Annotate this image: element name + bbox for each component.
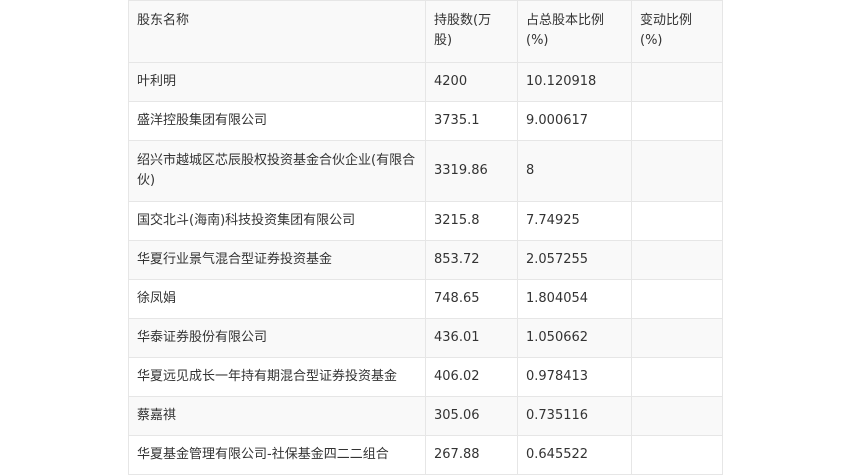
cell-shares-held: 305.06 (425, 396, 518, 436)
cell-shareholder-name: 华泰证券股份有限公司 (128, 318, 426, 358)
cell-shareholder-name: 华夏基金管理有限公司-社保基金四二二组合 (128, 435, 426, 475)
cell-shareholder-name: 盛洋控股集团有限公司 (128, 101, 426, 141)
cell-change-ratio (631, 279, 723, 319)
cell-change-ratio (631, 201, 723, 241)
cell-share-ratio: 10.120918 (517, 62, 632, 102)
cell-share-ratio: 2.057255 (517, 240, 632, 280)
cell-shareholder-name: 绍兴市越城区芯辰股权投资基金合伙企业(有限合伙) (128, 140, 426, 202)
cell-shares-held: 406.02 (425, 357, 518, 397)
table-row: 蔡嘉祺 305.06 0.735116 (128, 396, 723, 436)
cell-share-ratio: 1.050662 (517, 318, 632, 358)
table-row: 盛洋控股集团有限公司 3735.1 9.000617 (128, 101, 723, 141)
table-row: 华夏行业景气混合型证券投资基金 853.72 2.057255 (128, 240, 723, 280)
cell-shares-held: 3735.1 (425, 101, 518, 141)
cell-shares-held: 3319.86 (425, 140, 518, 202)
cell-shares-held: 436.01 (425, 318, 518, 358)
cell-change-ratio (631, 396, 723, 436)
cell-shares-held: 4200 (425, 62, 518, 102)
cell-shareholder-name: 徐凤娟 (128, 279, 426, 319)
cell-shares-held: 3215.8 (425, 201, 518, 241)
table-row: 绍兴市越城区芯辰股权投资基金合伙企业(有限合伙) 3319.86 8 (128, 140, 723, 202)
table-row: 徐凤娟 748.65 1.804054 (128, 279, 723, 319)
table-header-row: 股东名称 持股数(万股) 占总股本比例(%) 变动比例(%) (128, 0, 723, 63)
cell-share-ratio: 9.000617 (517, 101, 632, 141)
cell-change-ratio (631, 62, 723, 102)
cell-shareholder-name: 华夏行业景气混合型证券投资基金 (128, 240, 426, 280)
cell-share-ratio: 8 (517, 140, 632, 202)
cell-shareholder-name: 叶利明 (128, 62, 426, 102)
cell-share-ratio: 0.978413 (517, 357, 632, 397)
table-row: 华夏基金管理有限公司-社保基金四二二组合 267.88 0.645522 (128, 435, 723, 475)
cell-shares-held: 748.65 (425, 279, 518, 319)
header-share-ratio: 占总股本比例(%) (517, 0, 632, 63)
cell-change-ratio (631, 140, 723, 202)
header-change-ratio: 变动比例(%) (631, 0, 723, 63)
table-row: 华泰证券股份有限公司 436.01 1.050662 (128, 318, 723, 358)
cell-change-ratio (631, 240, 723, 280)
header-shareholder-name: 股东名称 (128, 0, 426, 63)
cell-share-ratio: 1.804054 (517, 279, 632, 319)
shareholder-table-container: 股东名称 持股数(万股) 占总股本比例(%) 变动比例(%) 叶利明 4200 … (128, 0, 723, 475)
cell-shareholder-name: 华夏远见成长一年持有期混合型证券投资基金 (128, 357, 426, 397)
cell-change-ratio (631, 435, 723, 475)
cell-shareholder-name: 蔡嘉祺 (128, 396, 426, 436)
cell-change-ratio (631, 101, 723, 141)
shareholder-table: 股东名称 持股数(万股) 占总股本比例(%) 变动比例(%) 叶利明 4200 … (128, 0, 723, 475)
table-row: 国交北斗(海南)科技投资集团有限公司 3215.8 7.74925 (128, 201, 723, 241)
cell-share-ratio: 0.645522 (517, 435, 632, 475)
cell-shares-held: 267.88 (425, 435, 518, 475)
cell-change-ratio (631, 318, 723, 358)
table-row: 华夏远见成长一年持有期混合型证券投资基金 406.02 0.978413 (128, 357, 723, 397)
cell-change-ratio (631, 357, 723, 397)
cell-share-ratio: 0.735116 (517, 396, 632, 436)
header-shares-held: 持股数(万股) (425, 0, 518, 63)
table-row: 叶利明 4200 10.120918 (128, 62, 723, 102)
cell-shareholder-name: 国交北斗(海南)科技投资集团有限公司 (128, 201, 426, 241)
cell-shares-held: 853.72 (425, 240, 518, 280)
cell-share-ratio: 7.74925 (517, 201, 632, 241)
